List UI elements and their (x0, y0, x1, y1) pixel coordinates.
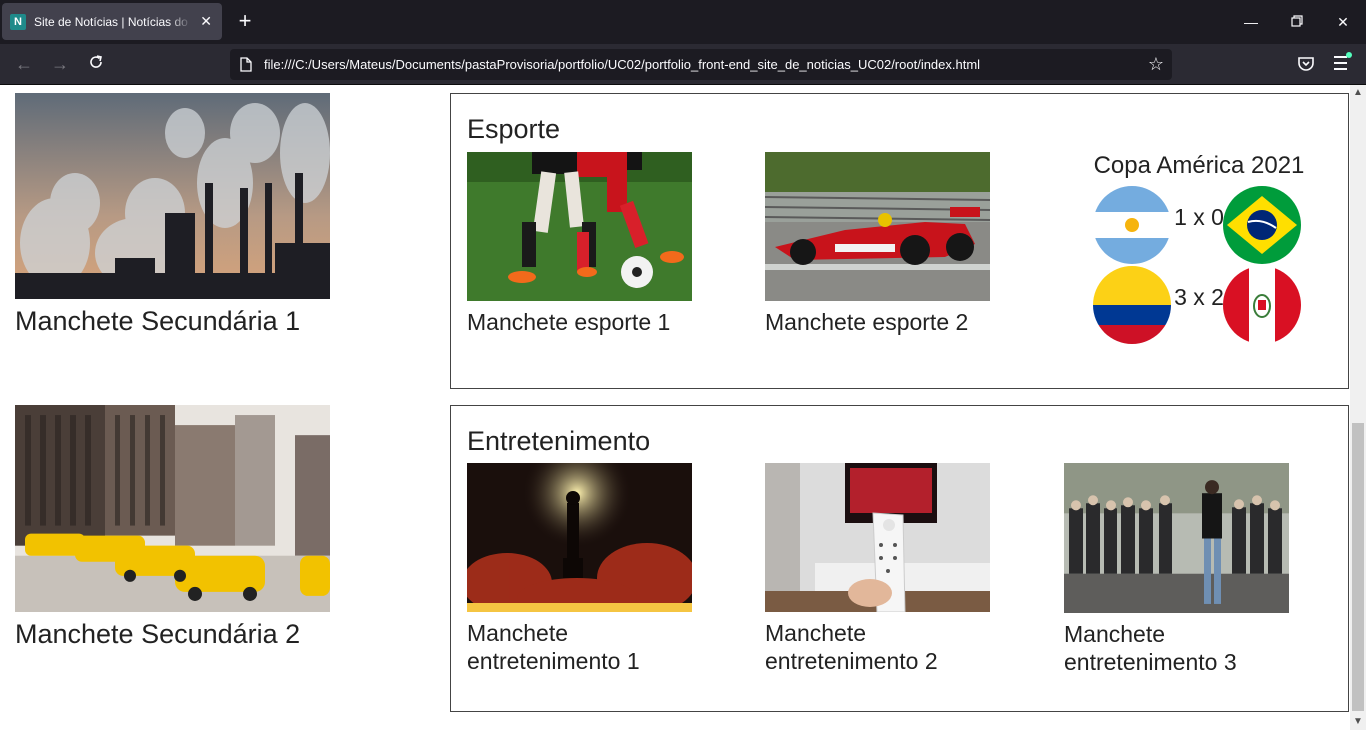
secondary-headline-2[interactable]: Manchete Secundária 2 (15, 405, 330, 650)
entertainment-headline-title: Manchete entretenimento 1 (467, 620, 640, 674)
minimize-icon[interactable]: — (1241, 12, 1261, 32)
secondary-headline-1[interactable]: Manchete Secundária 1 (15, 93, 330, 337)
browser-tab-bar: N Site de Notícias | Notícias do Brasil … (0, 0, 1366, 44)
url-text: file:///C:/Users/Mateus/Documents/pastaP… (264, 57, 981, 72)
copa-america-scoreboard: Copa América 2021 1 x 0 3 x 2 (1093, 152, 1305, 346)
match-row-1: 1 x 0 (1093, 186, 1305, 266)
entertainment-card-1[interactable]: Manchete entretenimento 1 (462, 438, 697, 675)
entertainment-card-2[interactable]: Manchete entretenimento 2 (765, 463, 990, 675)
update-badge (1346, 52, 1352, 58)
match-row-2: 3 x 2 (1093, 266, 1305, 346)
factory-smoke-image (15, 93, 330, 299)
tv-remote-image (765, 463, 990, 613)
tab-title: Site de Notícias | Notícias do Brasil (34, 14, 192, 29)
back-icon[interactable]: ← (14, 54, 34, 74)
sports-headline-title: Manchete esporte 1 (467, 309, 671, 335)
taxi-street-image (15, 405, 330, 614)
star-icon[interactable]: ☆ (1148, 54, 1164, 75)
concert-image (462, 438, 697, 618)
page-scrollbar[interactable]: ▲ ▼ (1350, 85, 1366, 730)
formula-one-image (764, 152, 991, 301)
argentina-flag-icon (1093, 186, 1171, 264)
site-favicon-icon: N (10, 13, 26, 30)
close-window-icon[interactable]: ✕ (1333, 12, 1353, 32)
section-title: Entretenimento (467, 426, 651, 456)
reload-icon[interactable] (86, 54, 106, 74)
scrollbar-thumb[interactable] (1352, 423, 1364, 711)
pocket-icon[interactable] (1296, 54, 1316, 74)
entertainment-card-3[interactable]: Manchete entretenimento 3 (1064, 463, 1289, 676)
sports-card-1[interactable]: Manchete esporte 1 (467, 152, 692, 336)
url-bar[interactable]: file:///C:/Users/Mateus/Documents/pastaP… (230, 49, 1172, 80)
fashion-runway-image (1064, 463, 1289, 615)
section-title: Esporte (467, 114, 561, 144)
peru-flag-icon (1223, 266, 1301, 344)
browser-tab[interactable]: N Site de Notícias | Notícias do Brasil … (2, 3, 222, 40)
entertainment-section: Entretenimento Manchete entretenimento 1 (450, 405, 1349, 712)
secondary-headline-title: Manchete Secundária 2 (15, 619, 301, 649)
forward-icon[interactable]: → (50, 54, 70, 74)
page-icon (240, 57, 252, 72)
close-icon[interactable]: ✕ (198, 13, 214, 30)
scoreboard-title: Copa América 2021 (1093, 152, 1305, 179)
sports-section: Esporte Manchete esporte 1 Manchete espo… (450, 93, 1349, 389)
colombia-flag-icon (1093, 266, 1171, 344)
match-result: 1 x 0 (1174, 204, 1224, 230)
sports-headline-title: Manchete esporte 2 (765, 309, 969, 335)
sports-card-2[interactable]: Manchete esporte 2 (764, 152, 991, 336)
restore-icon[interactable] (1287, 12, 1307, 32)
plus-icon[interactable]: + (234, 10, 256, 32)
entertainment-headline-title: Manchete entretenimento 3 (1064, 621, 1237, 675)
browser-toolbar: ← → file:///C:/Users/Mateus/Documents/pa… (0, 44, 1366, 85)
match-result: 3 x 2 (1174, 284, 1224, 310)
scroll-down-icon[interactable]: ▼ (1350, 714, 1366, 730)
menu-icon[interactable] (1334, 52, 1352, 70)
page-content: Manchete Secundária 1 Manchete Secundári… (0, 85, 1350, 730)
entertainment-headline-title: Manchete entretenimento 2 (765, 620, 938, 674)
scroll-up-icon[interactable]: ▲ (1350, 85, 1366, 101)
brazil-flag-icon (1223, 186, 1301, 264)
soccer-image (467, 152, 692, 301)
secondary-headline-title: Manchete Secundária 1 (15, 306, 301, 336)
